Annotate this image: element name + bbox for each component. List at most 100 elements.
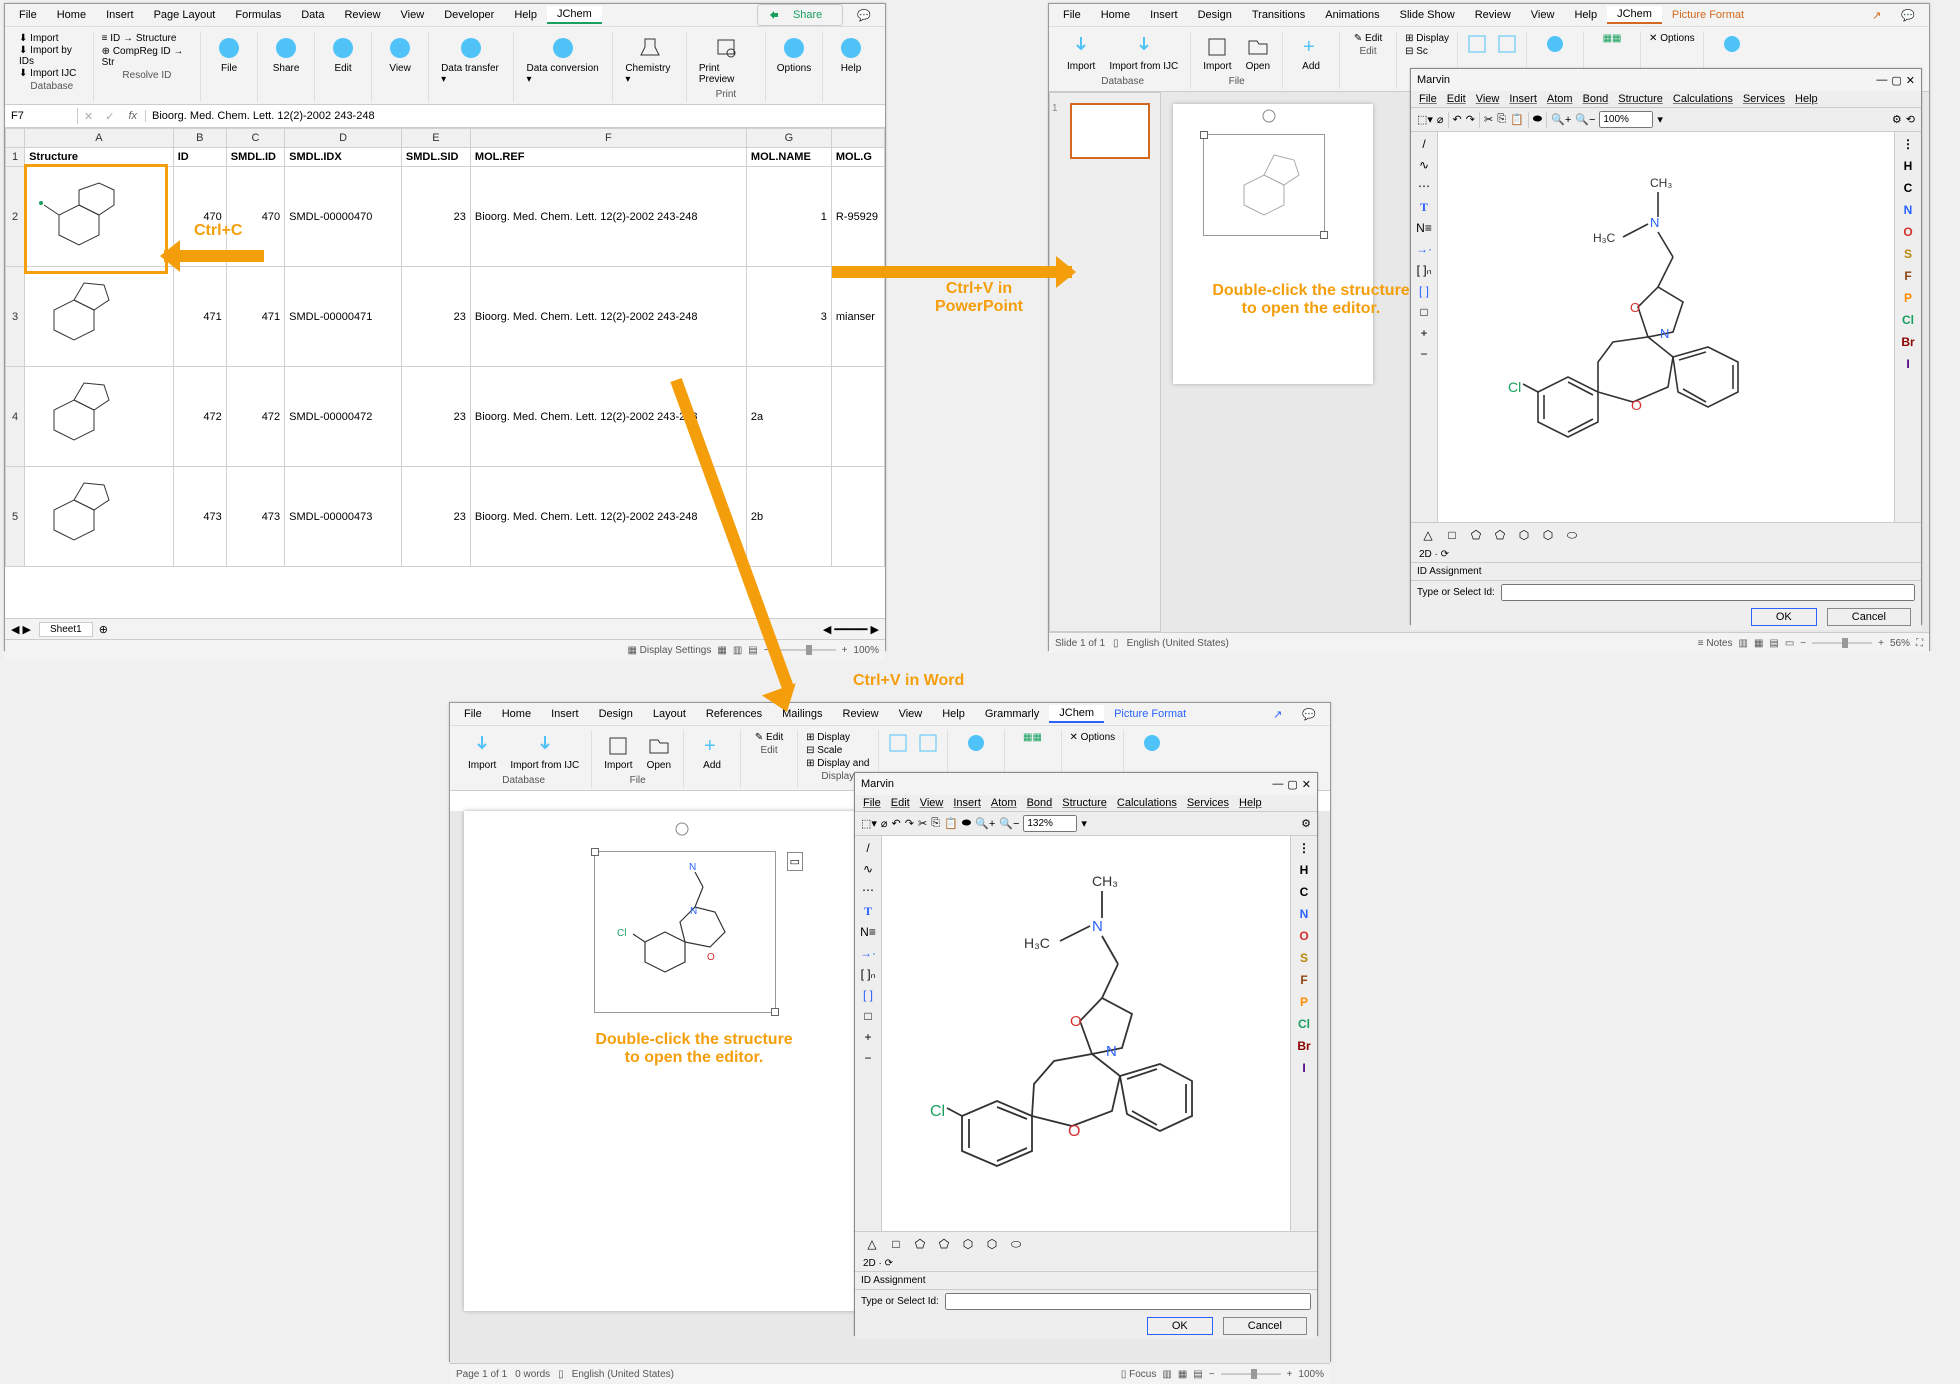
ring-5a[interactable]: ⬠ bbox=[1467, 527, 1485, 543]
view-normal-icon[interactable]: ▦ bbox=[717, 645, 726, 656]
copy-icon[interactable]: ⎘ bbox=[1497, 113, 1506, 126]
menu-file[interactable]: File bbox=[9, 7, 47, 23]
ppt-picformat[interactable]: Picture Format bbox=[1662, 7, 1754, 23]
cell-e4[interactable]: 23 bbox=[401, 367, 470, 467]
el-i[interactable]: I bbox=[1899, 356, 1917, 372]
row-4[interactable]: 4 bbox=[6, 367, 25, 467]
rbn-data-conv[interactable]: Data conversion ▾ bbox=[522, 33, 604, 87]
zoomout-icon[interactable]: 🔍− bbox=[1575, 113, 1595, 126]
ring-5a-w[interactable]: ⬠ bbox=[911, 1236, 929, 1252]
text-icon[interactable]: T bbox=[1415, 199, 1433, 215]
ppt-animations[interactable]: Animations bbox=[1315, 7, 1389, 23]
marvin-canvas-w[interactable]: Cl O O N N CH₃ H₃C bbox=[882, 836, 1290, 1231]
cell-b3[interactable]: 471 bbox=[173, 267, 226, 367]
el-n[interactable]: N bbox=[1899, 202, 1917, 218]
w-view1-icon[interactable]: ▥ bbox=[1162, 1369, 1171, 1380]
import-by-ids-button[interactable]: ⬇ Import by IDs bbox=[19, 45, 85, 67]
cell-b1[interactable]: ID bbox=[173, 148, 226, 167]
cell-d2[interactable]: SMDL-00000470 bbox=[285, 167, 402, 267]
el-f[interactable]: F bbox=[1899, 268, 1917, 284]
cut-icon-w[interactable]: ✂ bbox=[918, 817, 927, 830]
max-icon-w[interactable]: ▢ bbox=[1287, 778, 1297, 791]
minus-charge-icon[interactable]: − bbox=[1415, 346, 1433, 362]
ppt-help[interactable]: Help bbox=[1564, 7, 1607, 23]
view-layout-icon[interactable]: ▥ bbox=[733, 645, 742, 656]
el-s-w[interactable]: S bbox=[1295, 950, 1313, 966]
cell-g5[interactable]: 2b bbox=[746, 467, 831, 567]
w-comments-icon[interactable]: 💬 bbox=[1292, 706, 1326, 723]
rbn-data-transfer[interactable]: Data transfer ▾ bbox=[437, 33, 505, 87]
cell-g4[interactable]: 2a bbox=[746, 367, 831, 467]
menu-pagelayout[interactable]: Page Layout bbox=[144, 7, 226, 23]
ppt-zoom[interactable]: 56% bbox=[1890, 638, 1910, 649]
menu-formulas[interactable]: Formulas bbox=[225, 7, 291, 23]
el-c-w[interactable]: C bbox=[1295, 884, 1313, 900]
w-insert[interactable]: Insert bbox=[541, 706, 589, 722]
cell-g3[interactable]: 3 bbox=[746, 267, 831, 367]
el-br[interactable]: Br bbox=[1899, 334, 1917, 350]
el-p[interactable]: P bbox=[1899, 290, 1917, 306]
el-i-w[interactable]: I bbox=[1295, 1060, 1313, 1076]
ppt-jchem[interactable]: JChem bbox=[1607, 6, 1662, 24]
ppt-slideshow[interactable]: Slide Show bbox=[1390, 7, 1465, 23]
w-picformat[interactable]: Picture Format bbox=[1104, 706, 1196, 722]
ppt-import-ijc[interactable]: Import from IJC bbox=[1105, 33, 1182, 74]
ring-misc-w[interactable]: ⬭ bbox=[1007, 1236, 1025, 1252]
w-layout[interactable]: Layout bbox=[643, 706, 696, 722]
mw-atom[interactable]: Atom bbox=[991, 797, 1017, 809]
ppt-transitions[interactable]: Transitions bbox=[1242, 7, 1315, 23]
ring-5b-w[interactable]: ⬠ bbox=[935, 1236, 953, 1252]
cell-c1[interactable]: SMDL.ID bbox=[226, 148, 284, 167]
w-help[interactable]: Help bbox=[932, 706, 975, 722]
w-view3-icon[interactable]: ▤ bbox=[1193, 1369, 1202, 1380]
w-import[interactable]: Import bbox=[464, 732, 500, 773]
cell-g1[interactable]: MOL.NAME bbox=[746, 148, 831, 167]
menu-jchem[interactable]: JChem bbox=[547, 6, 602, 24]
menu-review[interactable]: Review bbox=[334, 7, 390, 23]
el-periodic-w[interactable]: ⋮ bbox=[1295, 840, 1313, 856]
rotate-handle-icon[interactable] bbox=[674, 821, 694, 837]
marvin-2d-w[interactable]: 2D · ⟳ bbox=[855, 1256, 1317, 1271]
ring-6a[interactable]: ⬡ bbox=[1515, 527, 1533, 543]
min-icon[interactable]: — bbox=[1876, 74, 1887, 87]
row-2[interactable]: 2 bbox=[6, 167, 25, 267]
m-bond[interactable]: Bond bbox=[1583, 93, 1609, 105]
cell-e5[interactable]: 23 bbox=[401, 467, 470, 567]
ppt-review[interactable]: Review bbox=[1465, 7, 1521, 23]
cell-f1[interactable]: MOL.REF bbox=[470, 148, 746, 167]
mw-structure[interactable]: Structure bbox=[1062, 797, 1107, 809]
fx-cancel-icon[interactable]: ✕ bbox=[78, 110, 99, 123]
brackets-icon[interactable]: [ ] bbox=[1415, 283, 1433, 299]
cell-f3[interactable]: Bioorg. Med. Chem. Lett. 12(2)-2002 243-… bbox=[470, 267, 746, 367]
ppt-view1-icon[interactable]: ▥ bbox=[1738, 638, 1747, 649]
ppt-import[interactable]: Import bbox=[1063, 33, 1099, 74]
cell-f5[interactable]: Bioorg. Med. Chem. Lett. 12(2)-2002 243-… bbox=[470, 467, 746, 567]
lasso-icon[interactable]: ⬬ bbox=[1533, 113, 1542, 126]
paste-icon-w[interactable]: 📋 bbox=[944, 817, 958, 830]
w-gear[interactable] bbox=[965, 732, 987, 757]
box-icon[interactable]: □ bbox=[1415, 304, 1433, 320]
el-p-w[interactable]: P bbox=[1295, 994, 1313, 1010]
corner[interactable] bbox=[6, 129, 25, 148]
slide-thumbnails[interactable]: 1 bbox=[1049, 92, 1161, 632]
mw-view[interactable]: View bbox=[920, 797, 944, 809]
chain-icon-w[interactable]: ∿ bbox=[859, 861, 877, 877]
mw-file[interactable]: File bbox=[863, 797, 881, 809]
ring-misc[interactable]: ⬭ bbox=[1563, 527, 1581, 543]
w-grid-ico[interactable]: ▦▦ bbox=[1023, 732, 1042, 743]
ppt-importf[interactable]: Import bbox=[1199, 33, 1235, 74]
w-options[interactable]: ✕ Options bbox=[1070, 732, 1116, 743]
ppt-view4-icon[interactable]: ▭ bbox=[1785, 638, 1794, 649]
menu-home[interactable]: Home bbox=[47, 7, 96, 23]
cell-c4[interactable]: 472 bbox=[226, 367, 284, 467]
w-ico1[interactable] bbox=[887, 732, 909, 757]
w-focus-button[interactable]: ▯ Focus bbox=[1121, 1369, 1157, 1380]
w-ico2[interactable] bbox=[917, 732, 939, 757]
sheet-tab-1[interactable]: Sheet1 bbox=[39, 622, 93, 637]
m-edit[interactable]: Edit bbox=[1447, 93, 1466, 105]
close-icon-w[interactable]: ✕ bbox=[1302, 778, 1311, 791]
el-o[interactable]: O bbox=[1899, 224, 1917, 240]
cell-g2[interactable]: 1 bbox=[746, 167, 831, 267]
m-services[interactable]: Services bbox=[1743, 93, 1785, 105]
col-c[interactable]: C bbox=[226, 129, 284, 148]
